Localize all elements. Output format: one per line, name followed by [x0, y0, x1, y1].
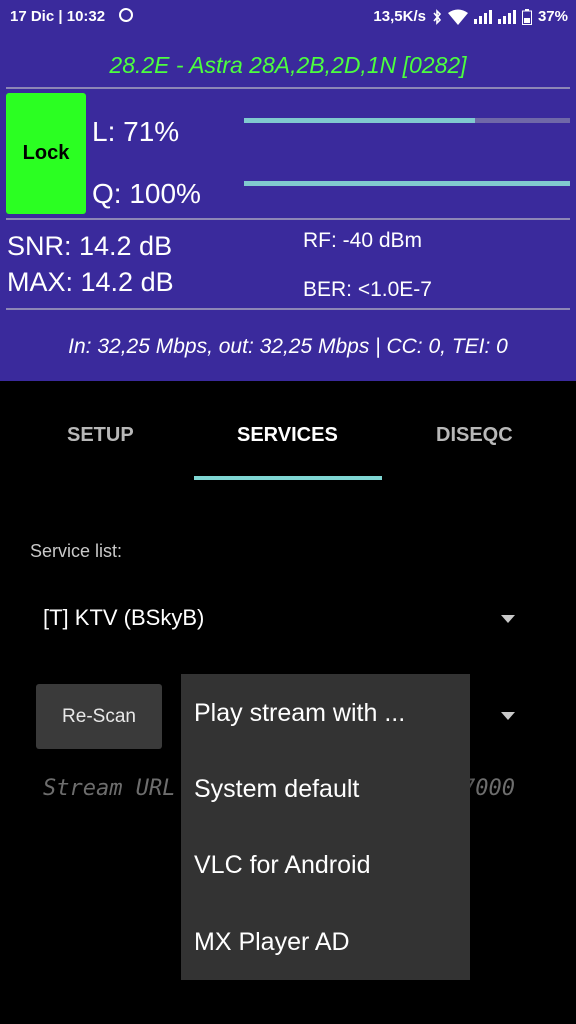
bitrate-info: In: 32,25 Mbps, out: 32,25 Mbps | CC: 0,…: [68, 335, 508, 358]
play-stream-menu: Play stream with ... System default VLC …: [181, 674, 470, 980]
battery-icon: [521, 8, 532, 25]
satellite-title: 28.2E - Astra 28A,2B,2D,1N [0282]: [109, 52, 467, 78]
rescan-label: Re-Scan: [62, 705, 136, 727]
chevron-down-icon[interactable]: [501, 712, 515, 720]
status-right: 13,5K/s 37%: [373, 8, 568, 25]
lock-label: Lock: [22, 142, 70, 164]
service-list-label: Service list:: [30, 541, 123, 561]
ber-value: BER: <1.0E-7: [303, 278, 432, 301]
quality-bar: [244, 181, 570, 186]
tab-setup[interactable]: SETUP: [67, 424, 134, 447]
tab-services[interactable]: SERVICES: [237, 424, 338, 447]
snr-value: SNR: 14.2 dB: [7, 231, 173, 261]
quality-bar-fill: [244, 181, 570, 186]
divider: [6, 218, 570, 220]
date-time-text: 17 Dic | 10:32: [10, 8, 106, 25]
status-bar: 17 Dic | 10:32 13,5K/s 37%: [0, 0, 576, 32]
signal-icon: [473, 9, 492, 24]
level-bar: [244, 118, 570, 123]
signal-icon-2: [497, 9, 516, 24]
quality-label: Q: 100%: [92, 178, 201, 209]
menu-item-vlc[interactable]: VLC for Android: [194, 851, 371, 880]
active-tab-indicator: [194, 476, 382, 480]
menu-title-play-stream[interactable]: Play stream with ...: [194, 699, 405, 728]
menu-item-system-default[interactable]: System default: [194, 775, 359, 804]
divider: [6, 308, 570, 310]
rf-value: RF: -40 dBm: [303, 229, 423, 252]
wifi-icon: [447, 9, 468, 25]
battery-level: 37%: [537, 8, 568, 25]
stream-url-input[interactable]: Stream URL: [43, 776, 175, 801]
bluetooth-icon: [432, 8, 442, 25]
chevron-down-icon[interactable]: [501, 615, 515, 623]
lock-indicator: Lock: [6, 93, 86, 214]
level-label: L: 71%: [92, 116, 180, 147]
service-spinner[interactable]: [T] KTV (BSkyB): [43, 605, 204, 631]
selected-service: [T] KTV (BSkyB): [43, 605, 205, 630]
max-value: MAX: 14.2 dB: [7, 267, 174, 297]
level-bar-fill: [244, 118, 476, 123]
menu-item-mx-player[interactable]: MX Player AD: [194, 928, 350, 957]
rescan-button[interactable]: Re-Scan: [36, 684, 162, 749]
app-notification-icon: [119, 8, 134, 22]
tab-bar: SETUP SERVICES DISEQC: [0, 400, 576, 480]
net-speed: 13,5K/s: [373, 8, 426, 25]
tab-diseqc[interactable]: DISEQC: [436, 424, 513, 447]
signal-panel: 28.2E - Astra 28A,2B,2D,1N [0282] Lock L…: [0, 32, 576, 381]
divider: [6, 87, 570, 89]
status-date-time: 17 Dic | 10:32: [10, 8, 134, 25]
